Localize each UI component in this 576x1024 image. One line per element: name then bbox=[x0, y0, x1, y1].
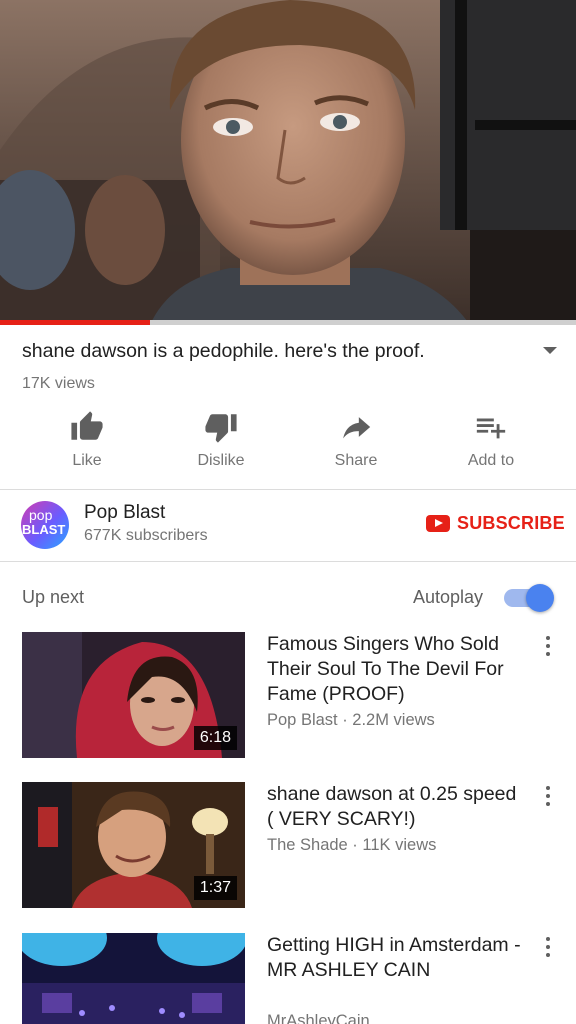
list-item[interactable]: Getting HIGH in Amsterdam - MR ASHLEY CA… bbox=[0, 933, 576, 1024]
view-count: 17K views bbox=[22, 375, 95, 392]
video-thumbnail[interactable]: 6:18 bbox=[22, 632, 245, 758]
share-label: Share bbox=[334, 452, 378, 469]
channel-avatar[interactable]: pop BLAST bbox=[21, 501, 69, 549]
video-title[interactable]: Famous Singers Who Sold Their Soul To Th… bbox=[267, 632, 522, 707]
video-meta: Pop Blast · 2.2M views bbox=[267, 711, 435, 729]
video-duration: 6:18 bbox=[193, 726, 237, 750]
more-options-icon[interactable] bbox=[541, 634, 555, 658]
playlist-add-icon bbox=[476, 418, 506, 439]
thumb-up-icon bbox=[71, 411, 103, 440]
subscriber-count: 677K subscribers bbox=[84, 527, 208, 544]
like-label: Like bbox=[72, 452, 102, 469]
avatar-logo-text: BLAST bbox=[22, 522, 66, 537]
like-button[interactable]: Like bbox=[27, 410, 147, 480]
divider bbox=[0, 561, 576, 562]
more-options-icon[interactable] bbox=[541, 784, 555, 808]
add-to-button[interactable]: Add to bbox=[431, 410, 551, 480]
avatar-logo-text: pop bbox=[29, 507, 53, 523]
subscribe-button[interactable]: SUBSCRIBE bbox=[426, 512, 565, 534]
video-duration: 1:37 bbox=[193, 876, 237, 900]
subscribe-label: SUBSCRIBE bbox=[457, 512, 565, 533]
video-title[interactable]: Getting HIGH in Amsterdam - MR ASHLEY CA… bbox=[267, 933, 522, 983]
video-thumbnail[interactable]: 1:37 bbox=[22, 782, 245, 908]
list-item[interactable]: 6:18 Famous Singers Who Sold Their Soul … bbox=[0, 632, 576, 762]
dislike-label: Dislike bbox=[197, 452, 245, 469]
expand-description-icon[interactable] bbox=[543, 347, 557, 354]
video-thumbnail[interactable] bbox=[22, 933, 245, 1024]
autoplay-label: Autoplay bbox=[413, 587, 484, 607]
thumbnail-image bbox=[22, 933, 245, 1024]
divider bbox=[0, 489, 576, 490]
up-next-heading: Up next bbox=[22, 587, 85, 607]
video-meta: MrAshleyCain bbox=[267, 1012, 370, 1024]
more-options-icon[interactable] bbox=[541, 935, 555, 959]
progress-bar[interactable] bbox=[0, 320, 576, 325]
progress-bar-fill bbox=[0, 320, 150, 325]
video-title[interactable]: shane dawson at 0.25 speed ( VERY SCARY!… bbox=[267, 782, 522, 832]
channel-name[interactable]: Pop Blast bbox=[84, 502, 165, 524]
video-meta: The Shade · 11K views bbox=[267, 836, 437, 854]
video-player[interactable] bbox=[0, 0, 576, 325]
dislike-button[interactable]: Dislike bbox=[161, 410, 281, 480]
list-item[interactable]: 1:37 shane dawson at 0.25 speed ( VERY S… bbox=[0, 782, 576, 912]
autoplay-toggle-knob[interactable] bbox=[526, 584, 554, 612]
video-frame bbox=[0, 0, 576, 325]
share-button[interactable]: Share bbox=[296, 410, 416, 480]
share-arrow-icon bbox=[343, 417, 371, 439]
thumb-down-icon bbox=[205, 414, 237, 443]
youtube-logo-icon bbox=[426, 514, 450, 532]
add-to-label: Add to bbox=[467, 452, 515, 469]
video-title: shane dawson is a pedophile. here's the … bbox=[22, 340, 425, 362]
